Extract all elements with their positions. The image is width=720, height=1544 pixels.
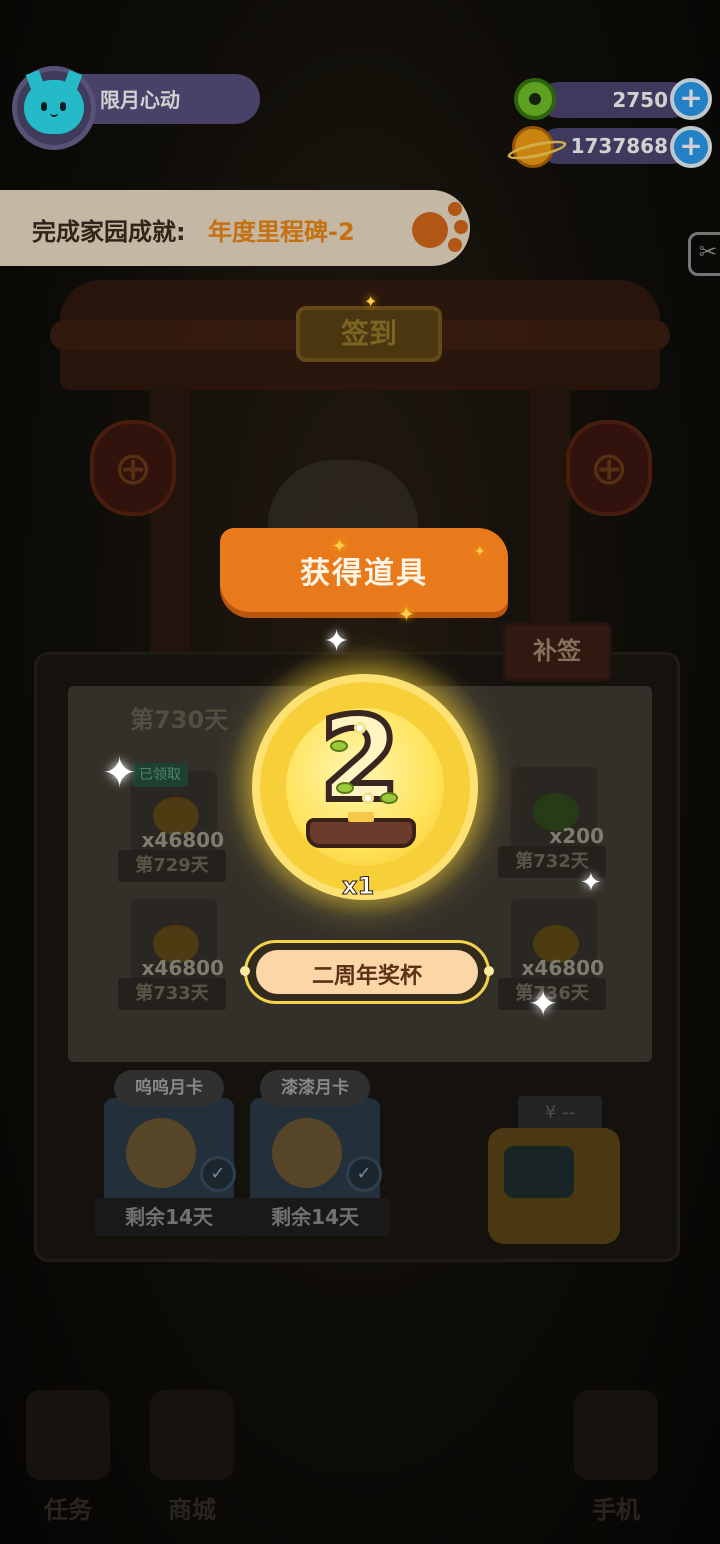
sparkle-icon: ✦ — [332, 536, 348, 557]
sparkle-icon: ✦ — [324, 624, 350, 659]
sparkle-icon: ✦ — [528, 984, 559, 1025]
pill-dot — [240, 966, 250, 976]
trophy-base — [306, 818, 416, 848]
sparkle-icon: ✦ — [398, 602, 415, 626]
popup-title: 获得道具 — [300, 556, 428, 591]
sparkle-icon: ✦ — [580, 868, 602, 898]
flower-icon — [354, 722, 366, 734]
sparkle-icon: ✦ — [474, 544, 486, 560]
leaf-icon — [330, 740, 348, 752]
pill-dot — [484, 966, 494, 976]
trophy-plate — [348, 812, 374, 822]
item-quantity: x1 — [341, 872, 375, 901]
flower-icon — [362, 792, 374, 804]
sparkle-icon: ✦ — [364, 292, 378, 311]
leaf-icon — [336, 782, 354, 794]
sparkle-icon: ✦ — [102, 748, 138, 797]
leaf-icon — [380, 792, 398, 804]
item-name: 二周年奖杯 — [311, 964, 422, 989]
